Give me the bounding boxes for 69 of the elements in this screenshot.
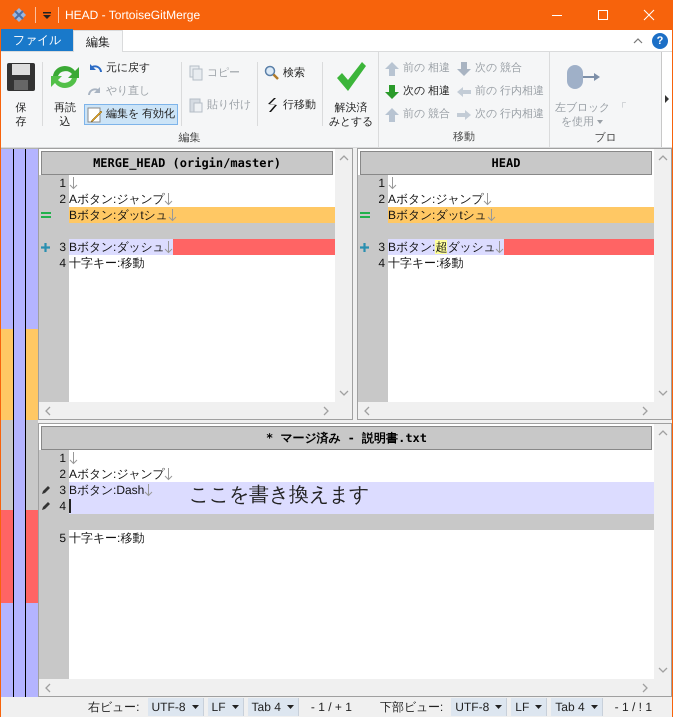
- ribbon-tab[interactable]: 編集: [73, 30, 123, 52]
- caret-icon: [192, 704, 199, 710]
- status-text: - 1 / + 1: [310, 699, 352, 716]
- code-line: 十字キー:移動: [69, 530, 144, 546]
- caret-icon: [286, 704, 294, 710]
- ribbon-button[interactable]: 行移動: [261, 94, 320, 116]
- line-number: 5: [59, 530, 66, 546]
- code-line: Bボタン:超 ダッシュ: [388, 239, 496, 255]
- code-line: 十字キー:移動: [69, 255, 144, 271]
- dropdown[interactable]: UTF-8: [451, 698, 508, 716]
- code-line: Bボタン:ダッtシュ: [388, 207, 487, 223]
- dropdown-icon[interactable]: [42, 10, 52, 20]
- dropdown[interactable]: LF: [511, 698, 548, 716]
- window-title: HEAD - TortoiseGitMerge: [65, 7, 202, 24]
- dropdown[interactable]: Tab 4: [248, 698, 299, 716]
- help-button[interactable]: ?: [652, 32, 668, 48]
- ribbon-button[interactable]: 元に戻す: [84, 58, 178, 79]
- up-arrow-icon: [384, 60, 400, 76]
- copy-icon: [188, 65, 204, 81]
- ribbon-button[interactable]: 解決済 みとする: [326, 58, 376, 130]
- caret-icon: [232, 704, 239, 710]
- dropdown[interactable]: Tab 4: [551, 698, 603, 716]
- pane-header: * マージ済み - 説明書.txt: [41, 426, 652, 450]
- search-icon: [264, 65, 280, 81]
- ribbon-button[interactable]: 編集を 有効化: [84, 104, 178, 125]
- code-line: Bボタン:Dash: [69, 482, 144, 498]
- line-number: 2: [378, 191, 385, 207]
- group-label: 編集: [178, 131, 202, 146]
- caret-icon: [535, 704, 542, 710]
- annotation-text: ここを書き換えます: [189, 483, 369, 508]
- ribbon-button[interactable]: 再読 込: [46, 58, 84, 130]
- code-line: Aボタン:ジャンプ: [69, 191, 164, 207]
- ribbon-tab[interactable]: ファイル: [1, 29, 73, 51]
- ribbon-button[interactable]: 保 存: [3, 58, 39, 130]
- code-line: Bボタン:ダッシュ: [69, 239, 164, 255]
- paste-icon: [188, 97, 204, 113]
- line-number: 3: [59, 239, 66, 255]
- line-number: 1: [378, 175, 385, 191]
- dropdown[interactable]: UTF-8: [148, 698, 204, 716]
- code-line: Bボタン:ダッtシュ: [69, 207, 168, 223]
- status-text: - 1 / ! 1: [614, 699, 652, 716]
- dropdown[interactable]: LF: [208, 698, 244, 716]
- line-number: 4: [378, 255, 385, 271]
- status-label: 下部ビュー:: [380, 699, 444, 716]
- line-number: 4: [59, 498, 66, 514]
- line-number: 4: [59, 255, 66, 271]
- caret-icon: [590, 704, 598, 710]
- up-arrow-icon: [384, 106, 400, 122]
- code-line: Aボタン:ジャンプ: [388, 191, 484, 207]
- line-number: 2: [59, 191, 66, 207]
- ribbon-button[interactable]: 検索: [261, 62, 320, 84]
- caret-icon: [495, 704, 502, 710]
- ribbon-button[interactable]: 次の 相違: [381, 81, 454, 102]
- code-line: Aボタン:ジャンプ: [69, 466, 164, 482]
- line-number: 3: [59, 482, 66, 498]
- code-line: 十字キー:移動: [388, 255, 464, 271]
- down-arrow-icon: [384, 84, 400, 100]
- line-number: 2: [59, 466, 66, 482]
- group-label: ブロ: [594, 130, 618, 146]
- line-number: 3: [378, 239, 385, 255]
- pane-header: HEAD: [360, 151, 652, 175]
- pencil-icon: [87, 106, 103, 122]
- line-number: 1: [59, 450, 66, 466]
- pane-header: MERGE_HEAD (origin/master): [41, 151, 333, 175]
- line-number: 1: [59, 175, 66, 191]
- scroll-right-icon[interactable]: [661, 52, 672, 147]
- status-label: 右ビュー:: [88, 699, 140, 716]
- group-label: 移動: [452, 130, 476, 145]
- down-arrow-icon: [456, 60, 472, 76]
